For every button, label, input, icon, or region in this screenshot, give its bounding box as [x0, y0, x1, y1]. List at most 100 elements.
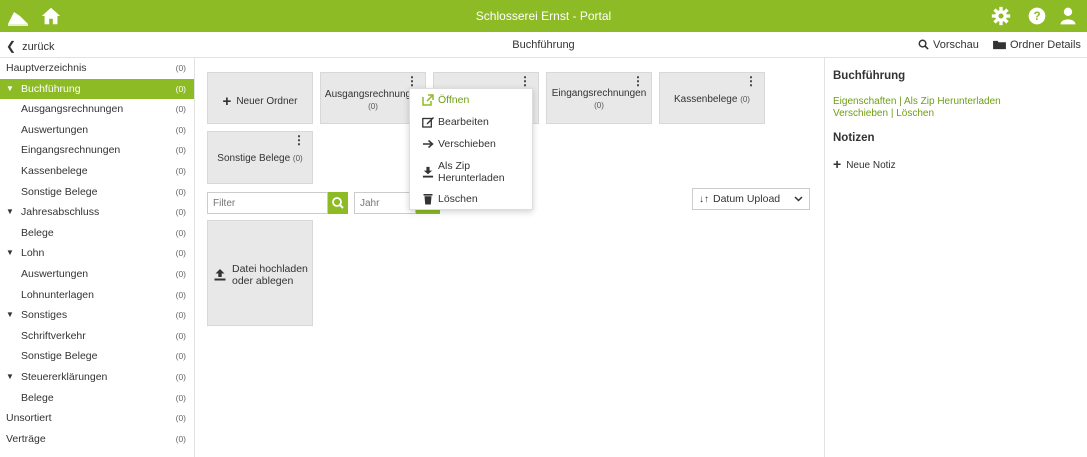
caret-down-icon[interactable]: ▼: [6, 202, 14, 223]
sidebar-item-sonstiges[interactable]: ▼ Sonstiges (0): [0, 305, 194, 326]
sidebar-item-count: (0): [175, 433, 186, 444]
search-button[interactable]: [328, 192, 348, 214]
sidebar-item-label: Steuererklärungen: [21, 370, 108, 383]
sidebar-item-count: (0): [175, 145, 186, 156]
menu-item-delete[interactable]: Löschen: [410, 193, 534, 210]
folder-tile-sonstige-belege[interactable]: ⋮ Sonstige Belege (0): [207, 131, 313, 184]
sort-dropdown[interactable]: ↓↑ Datum Upload: [692, 188, 810, 210]
sidebar-item-label: Auswertungen: [21, 123, 89, 136]
folder-tile-count: (0): [594, 101, 604, 110]
help-icon[interactable]: ?: [1027, 6, 1047, 26]
more-vertical-icon[interactable]: ⋮: [406, 75, 418, 87]
sidebar-item-eingangsrechnungen[interactable]: Eingangsrechnungen (0): [0, 140, 194, 161]
sidebar-item-label: Jahresabschluss: [21, 206, 100, 219]
year-input[interactable]: [354, 192, 416, 214]
new-folder-tile[interactable]: + Neuer Ordner: [207, 72, 313, 124]
delete-link[interactable]: Löschen: [896, 108, 934, 119]
sidebar-item-jahresabschluss[interactable]: ▼ Jahresabschluss (0): [0, 202, 194, 223]
sidebar-item-count: (0): [175, 165, 186, 176]
menu-item-zip-download[interactable]: Als Zip Herunterladen: [410, 160, 534, 186]
user-icon[interactable]: [1058, 6, 1078, 26]
sidebar-item-count: (0): [175, 268, 186, 279]
sidebar-item-lohn[interactable]: ▼ Lohn (0): [0, 243, 194, 264]
sort-icon: ↓↑: [699, 194, 709, 205]
arrow-right-icon: [423, 139, 434, 149]
sort-label: Datum Upload: [713, 193, 781, 205]
sidebar-item-count: (0): [175, 207, 186, 218]
toolbar: ❮ zurück Buchführung Vorschau Ordner Deta…: [0, 32, 1087, 58]
new-folder-label: Neuer Ordner: [236, 96, 298, 107]
sidebar-item-count: (0): [175, 413, 186, 424]
chevron-down-icon: [794, 189, 803, 216]
more-vertical-icon[interactable]: ⋮: [519, 75, 531, 87]
sidebar-item-vertraege[interactable]: Verträge (0): [0, 429, 194, 450]
menu-item-open[interactable]: Öffnen: [410, 94, 534, 111]
sidebar-item-count: (0): [175, 248, 186, 259]
folder-details-label: Ordner Details: [1010, 39, 1081, 51]
zip-download-link[interactable]: Als Zip Herunterladen: [904, 96, 1001, 107]
folder-tile-label: Eingangsrechnungen: [551, 88, 647, 99]
sidebar-item-schriftverkehr[interactable]: Schriftverkehr (0): [0, 326, 194, 347]
folder-details-button[interactable]: Ordner Details: [993, 39, 1081, 51]
top-bar: Schlosserei Ernst - Portal ?: [0, 0, 1087, 32]
sidebar-item-lohnunterlagen[interactable]: Lohnunterlagen (0): [0, 285, 194, 306]
sidebar-item-label: Verträge: [6, 432, 46, 445]
sidebar-item-ausgangsrechnungen[interactable]: Ausgangsrechnungen (0): [0, 99, 194, 120]
sidebar-item-auswertungen[interactable]: Auswertungen (0): [0, 264, 194, 285]
sidebar-item-kassenbelege[interactable]: Kassenbelege (0): [0, 161, 194, 182]
sidebar-item-sonstige-belege[interactable]: Sonstige Belege (0): [0, 346, 194, 367]
menu-item-label: Öffnen: [438, 94, 470, 106]
more-vertical-icon[interactable]: ⋮: [632, 75, 644, 87]
sidebar-item-unsortiert[interactable]: Unsortiert (0): [0, 408, 194, 429]
menu-item-label: Herunterladen: [438, 172, 505, 184]
new-note-button[interactable]: + Neue Notiz: [833, 156, 896, 172]
sidebar-item-count: (0): [175, 124, 186, 135]
notes-title: Notizen: [833, 132, 875, 144]
caret-down-icon[interactable]: ▼: [6, 243, 14, 264]
folder-sidebar: Hauptverzeichnis (0) ▼ Buchführung (0) Ausg…: [0, 58, 195, 457]
filter-input[interactable]: [207, 192, 328, 214]
menu-item-edit[interactable]: Bearbeiten: [410, 116, 534, 133]
sidebar-item-sonstige-belege[interactable]: Sonstige Belege (0): [0, 182, 194, 203]
sidebar-item-count: (0): [175, 371, 186, 382]
sidebar-item-label: Schriftverkehr: [21, 329, 86, 342]
more-vertical-icon[interactable]: ⋮: [745, 75, 757, 87]
sidebar-item-count: (0): [175, 310, 186, 321]
sidebar-item-count: (0): [175, 289, 186, 300]
upload-line1: Datei hochladen: [232, 263, 308, 275]
sidebar-item-auswertungen[interactable]: Auswertungen (0): [0, 120, 194, 141]
folder-tile-label: Kassenbelege: [674, 94, 738, 105]
preview-button[interactable]: Vorschau: [918, 39, 979, 51]
menu-item-move[interactable]: Verschieben: [410, 138, 534, 155]
edit-icon: [422, 117, 434, 128]
menu-item-label: Verschieben: [438, 138, 496, 150]
sidebar-item-steuererklaerungen[interactable]: ▼ Steuererklärungen (0): [0, 367, 194, 388]
sidebar-item-label: Belege: [21, 391, 54, 404]
sidebar-item-label: Sonstige Belege: [21, 185, 98, 198]
sidebar-item-belege[interactable]: Belege (0): [0, 223, 194, 244]
sidebar-item-buchfuehrung[interactable]: ▼ Buchführung (0): [0, 78, 194, 100]
folder-tile-count: (0): [292, 154, 303, 163]
sidebar-item-belege[interactable]: Belege (0): [0, 388, 194, 409]
more-vertical-icon[interactable]: ⋮: [293, 134, 305, 146]
folder-tile-label: Sonstige Belege: [217, 153, 291, 164]
folder-tile-eingangsrechnungen[interactable]: ⋮ Eingangsrechnungen (0): [546, 72, 652, 124]
move-link[interactable]: Verschieben: [833, 108, 888, 119]
sidebar-item-count: (0): [175, 392, 186, 403]
sidebar-item-label: Eingangsrechnungen: [21, 144, 121, 157]
plus-icon: +: [222, 93, 232, 110]
sidebar-item-count: (0): [175, 83, 186, 94]
sidebar-item-label: Sonstiges: [21, 309, 68, 322]
folder-tile-kassenbelege[interactable]: ⋮ Kassenbelege (0): [659, 72, 765, 124]
caret-down-icon[interactable]: ▼: [6, 305, 14, 326]
menu-item-label: Bearbeiten: [438, 116, 489, 128]
caret-down-icon[interactable]: ▼: [6, 79, 14, 100]
upload-dropzone[interactable]: Datei hochladen oder ablegen: [207, 220, 313, 326]
upload-line2: oder ablegen: [232, 275, 294, 287]
caret-down-icon[interactable]: ▼: [6, 367, 14, 388]
properties-link[interactable]: Eigenschaften: [833, 96, 896, 107]
sidebar-item-hauptverzeichnis[interactable]: Hauptverzeichnis (0): [0, 58, 194, 79]
panel-title: Buchführung: [833, 70, 906, 82]
gear-icon[interactable]: [991, 6, 1011, 26]
sidebar-item-label: Sonstige Belege: [21, 350, 98, 363]
